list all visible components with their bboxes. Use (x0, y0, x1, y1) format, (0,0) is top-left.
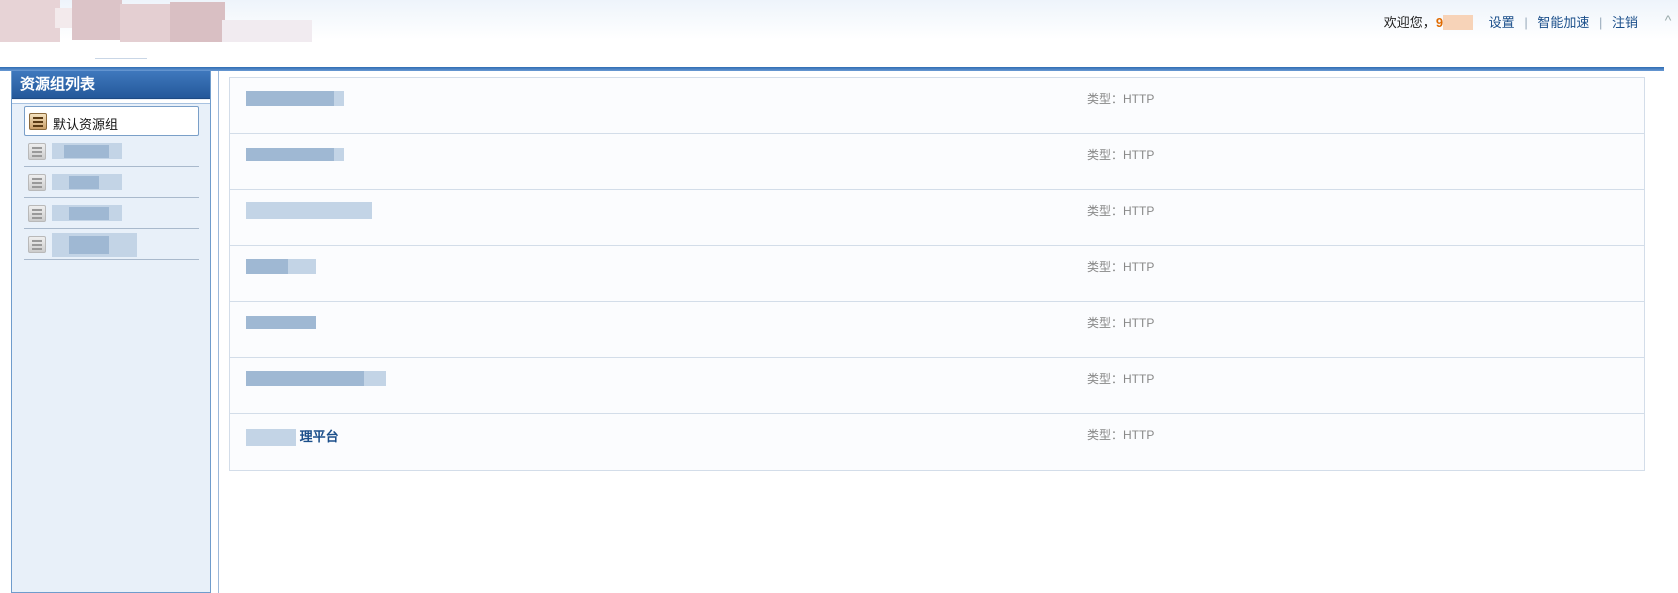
resource-row[interactable]: 类型：HTTP (230, 134, 1644, 190)
sidebar-title: 资源组列表 (12, 71, 210, 99)
resource-type: 类型：HTTP (1087, 372, 1155, 386)
username-redacted (1443, 15, 1474, 30)
nav-separator: | (1524, 15, 1528, 30)
logo (0, 0, 312, 46)
resource-row[interactable]: 理平台 类型：HTTP (230, 414, 1644, 470)
sidebar-divider (12, 100, 210, 104)
resource-type: 类型：HTTP (1087, 148, 1155, 162)
resource-group-label: 默认资源组 (53, 117, 119, 132)
username: 9 (1435, 15, 1444, 30)
nav-separator: | (1598, 15, 1603, 30)
resource-name[interactable]: 理平台 (246, 426, 339, 447)
main-content: 类型：HTTP 类型：HTTP 类型：HTTP 类型：HTTP 类型：HTTP … (218, 71, 1664, 593)
resource-name[interactable] (246, 314, 316, 330)
resource-row[interactable]: 类型：HTTP (230, 78, 1644, 134)
resource-list: 类型：HTTP 类型：HTTP 类型：HTTP 类型：HTTP 类型：HTTP … (229, 77, 1645, 471)
resource-group-icon (29, 113, 47, 130)
header: 欢迎您，9 设置 | 智能加速 | 注销 ^ (0, 0, 1678, 66)
resource-row[interactable]: 类型：HTTP (230, 302, 1644, 358)
chevron-up-icon[interactable]: ^ (1660, 12, 1676, 28)
resource-group-icon (28, 205, 46, 222)
resource-type: 类型：HTTP (1087, 260, 1155, 274)
resource-row[interactable]: 类型：HTTP (230, 358, 1644, 414)
resource-group-icon (28, 143, 46, 160)
resource-group-item[interactable] (24, 199, 199, 229)
resource-group-icon (28, 174, 46, 191)
sidebar: 资源组列表 默认资源组 (11, 71, 211, 593)
settings-link[interactable]: 设置 (1489, 15, 1515, 30)
resource-type: 类型：HTTP (1087, 428, 1155, 442)
resource-name[interactable] (246, 146, 344, 162)
resource-group-item[interactable] (24, 168, 199, 198)
resource-row[interactable]: 类型：HTTP (230, 190, 1644, 246)
resource-type: 类型：HTTP (1087, 316, 1155, 330)
resource-name[interactable] (246, 202, 372, 220)
resource-group-icon (28, 236, 46, 253)
welcome-text: 欢迎您， (1383, 15, 1436, 30)
logout-link[interactable]: 注销 (1612, 15, 1638, 30)
resource-row[interactable]: 类型：HTTP (230, 246, 1644, 302)
resource-name[interactable] (246, 370, 386, 387)
resource-type: 类型：HTTP (1087, 204, 1155, 218)
logo-underline (95, 58, 147, 59)
top-navigation: 欢迎您，9 设置 | 智能加速 | 注销 (1384, 12, 1638, 31)
resource-group-item[interactable] (24, 230, 199, 260)
smart-accel-link[interactable]: 智能加速 (1537, 15, 1589, 30)
resource-type: 类型：HTTP (1087, 92, 1155, 106)
resource-group-item[interactable] (24, 137, 199, 167)
resource-name[interactable] (246, 90, 344, 107)
resource-group-default[interactable]: 默认资源组 (24, 106, 199, 136)
resource-name[interactable] (246, 258, 316, 275)
